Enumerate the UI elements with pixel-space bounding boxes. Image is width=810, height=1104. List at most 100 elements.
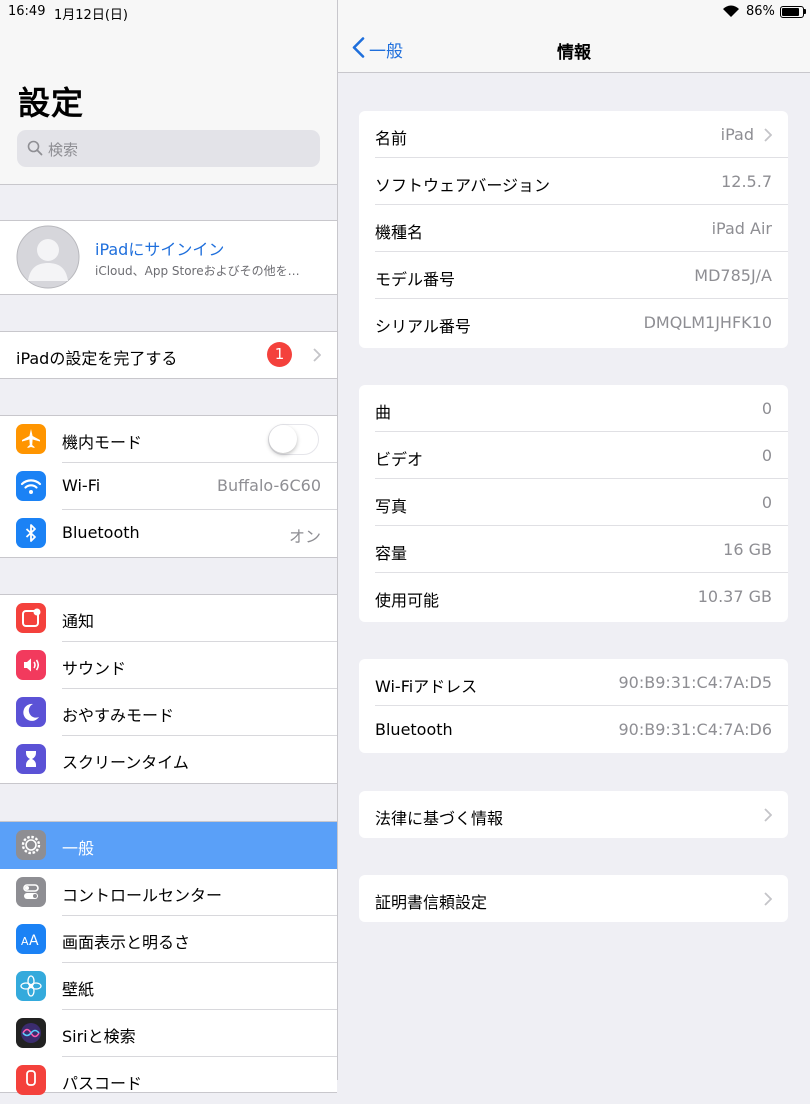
software-version-row: ソフトウェアバージョン 12.5.7: [359, 158, 788, 205]
setup-label: iPadの設定を完了する: [16, 349, 178, 368]
certificate-card: 証明書信頼設定: [359, 875, 788, 922]
sidebar-item-passcode[interactable]: パスコード: [0, 1057, 337, 1104]
bluetooth-address-value: 90:B9:31:C4:7A:D6: [618, 720, 772, 739]
sign-in-title[interactable]: iPadにサインイン: [95, 236, 224, 260]
moon-icon: [16, 697, 46, 727]
certificate-trust-label: 証明書信頼設定: [375, 893, 488, 912]
page-title: 設定: [18, 84, 85, 122]
display-icon: AA: [16, 924, 46, 954]
badge-count: 1: [274, 345, 285, 363]
wifi-signal-icon: [723, 5, 739, 17]
certificate-trust-row[interactable]: 証明書信頼設定: [359, 875, 788, 922]
passcode-label: パスコード: [62, 1074, 143, 1093]
screen-time-label: スクリーンタイム: [62, 753, 189, 772]
model-name-value: iPad Air: [711, 219, 772, 238]
search-icon: [27, 140, 43, 156]
photos-row: 写真 0: [359, 479, 788, 526]
photos-label: 写真: [375, 497, 408, 516]
bluetooth-address-label: Bluetooth: [375, 720, 453, 739]
sidebar-item-do-not-disturb[interactable]: おやすみモード: [0, 689, 337, 736]
sound-label: サウンド: [62, 659, 127, 678]
sidebar-item-wallpaper[interactable]: 壁紙: [0, 963, 337, 1010]
airplane-icon: [16, 424, 46, 454]
media-info-card: 曲 0 ビデオ 0 写真 0 容量 16 GB 使用可能 10.37 GB: [359, 385, 788, 622]
search-input[interactable]: 検索: [17, 130, 320, 167]
wifi-address-value: 90:B9:31:C4:7A:D5: [618, 673, 772, 692]
device-info-card: 名前 iPad ソフトウェアバージョン 12.5.7 機種名 iPad Air …: [359, 111, 788, 348]
videos-row: ビデオ 0: [359, 432, 788, 479]
sidebar-item-general[interactable]: 一般: [0, 822, 337, 869]
software-version-value: 12.5.7: [721, 172, 772, 191]
serial-number-row: シリアル番号 DMQLM1JHFK10: [359, 299, 788, 346]
battery-level: [782, 8, 800, 16]
sidebar-header: 設定 検索: [0, 0, 337, 185]
battery-tip: [804, 9, 806, 14]
search-placeholder: 検索: [48, 141, 79, 159]
songs-value: 0: [761, 399, 772, 418]
model-name-row: 機種名 iPad Air: [359, 205, 788, 252]
legal-card: 法律に基づく情報: [359, 791, 788, 838]
connectivity-section: 機内モード Wi-Fi Buffalo-6C60 Bluetooth オン: [0, 415, 337, 558]
avatar: [16, 225, 80, 289]
svg-text:A: A: [29, 933, 39, 949]
chevron-right-icon: [764, 892, 772, 906]
capacity-label: 容量: [375, 544, 408, 563]
sidebar-item-airplane-mode: 機内モード: [0, 416, 337, 463]
toggle-knob: [269, 425, 297, 453]
status-date: 1月12日(日): [54, 8, 128, 23]
songs-row: 曲 0: [359, 385, 788, 432]
wifi-address-row: Wi-Fiアドレス 90:B9:31:C4:7A:D5: [359, 659, 788, 706]
general-section: 一般 コントロールセンター AA 画面表示と明るさ 壁紙 Siriと検索 パスコ…: [0, 821, 337, 1095]
sidebar-item-control-center[interactable]: コントロールセンター: [0, 869, 337, 916]
name-row[interactable]: 名前 iPad: [359, 111, 788, 158]
chevron-right-icon: [313, 348, 321, 362]
status-time: 16:49: [8, 4, 46, 19]
wallpaper-icon: [16, 971, 46, 1001]
chevron-right-icon: [764, 808, 772, 822]
videos-value: 0: [761, 446, 772, 465]
passcode-icon: [16, 1065, 46, 1095]
siri-label: Siriと検索: [62, 1027, 136, 1046]
battery-percentage: 86%: [746, 4, 775, 19]
battery-icon: [780, 6, 804, 18]
sidebar-item-screen-time[interactable]: スクリーンタイム: [0, 736, 337, 783]
notifications-label: 通知: [62, 612, 95, 631]
serial-number-value: DMQLM1JHFK10: [643, 313, 772, 332]
videos-label: ビデオ: [375, 450, 424, 469]
badge: 1: [267, 342, 292, 367]
software-version-label: ソフトウェアバージョン: [375, 176, 551, 195]
model-name-label: 機種名: [375, 223, 424, 242]
legal-info-row[interactable]: 法律に基づく情報: [359, 791, 788, 838]
notifications-icon: [16, 603, 46, 633]
chevron-right-icon: [764, 128, 772, 142]
svg-text:A: A: [21, 935, 29, 948]
sidebar-item-notifications[interactable]: 通知: [0, 595, 337, 642]
gear-icon: [16, 830, 46, 860]
wallpaper-label: 壁紙: [62, 980, 95, 999]
display-label: 画面表示と明るさ: [62, 933, 191, 952]
legal-info-label: 法律に基づく情報: [375, 809, 504, 828]
capacity-row: 容量 16 GB: [359, 526, 788, 573]
sidebar-item-bluetooth[interactable]: Bluetooth オン: [0, 510, 337, 557]
available-value: 10.37 GB: [697, 587, 772, 606]
account-section[interactable]: iPadにサインイン iCloud、App Storeおよびその他を…: [0, 220, 337, 295]
model-number-row[interactable]: モデル番号 MD785J/A: [359, 252, 788, 299]
sidebar-item-wifi[interactable]: Wi-Fi Buffalo-6C60: [0, 463, 337, 510]
setup-section[interactable]: iPadの設定を完了する 1: [0, 331, 337, 379]
sidebar-item-display[interactable]: AA 画面表示と明るさ: [0, 916, 337, 963]
general-label: 一般: [62, 839, 95, 858]
notifications-section: 通知 サウンド おやすみモード スクリーンタイム: [0, 594, 337, 784]
name-label: 名前: [375, 129, 408, 148]
bluetooth-label: Bluetooth: [62, 523, 140, 542]
sidebar-item-sound[interactable]: サウンド: [0, 642, 337, 689]
settings-sidebar: 設定 検索 iPadにサインイン iCloud、App Storeおよびその他を…: [0, 0, 337, 1095]
siri-icon: [16, 1018, 46, 1048]
airplane-mode-toggle[interactable]: [268, 424, 319, 455]
network-info-card: Wi-Fiアドレス 90:B9:31:C4:7A:D5 Bluetooth 90…: [359, 659, 788, 753]
photos-value: 0: [761, 493, 772, 512]
songs-label: 曲: [375, 403, 392, 422]
control-center-label: コントロールセンター: [62, 886, 223, 905]
sidebar-item-siri[interactable]: Siriと検索: [0, 1010, 337, 1057]
model-number-value: MD785J/A: [694, 266, 772, 285]
airplane-mode-label: 機内モード: [62, 433, 143, 452]
